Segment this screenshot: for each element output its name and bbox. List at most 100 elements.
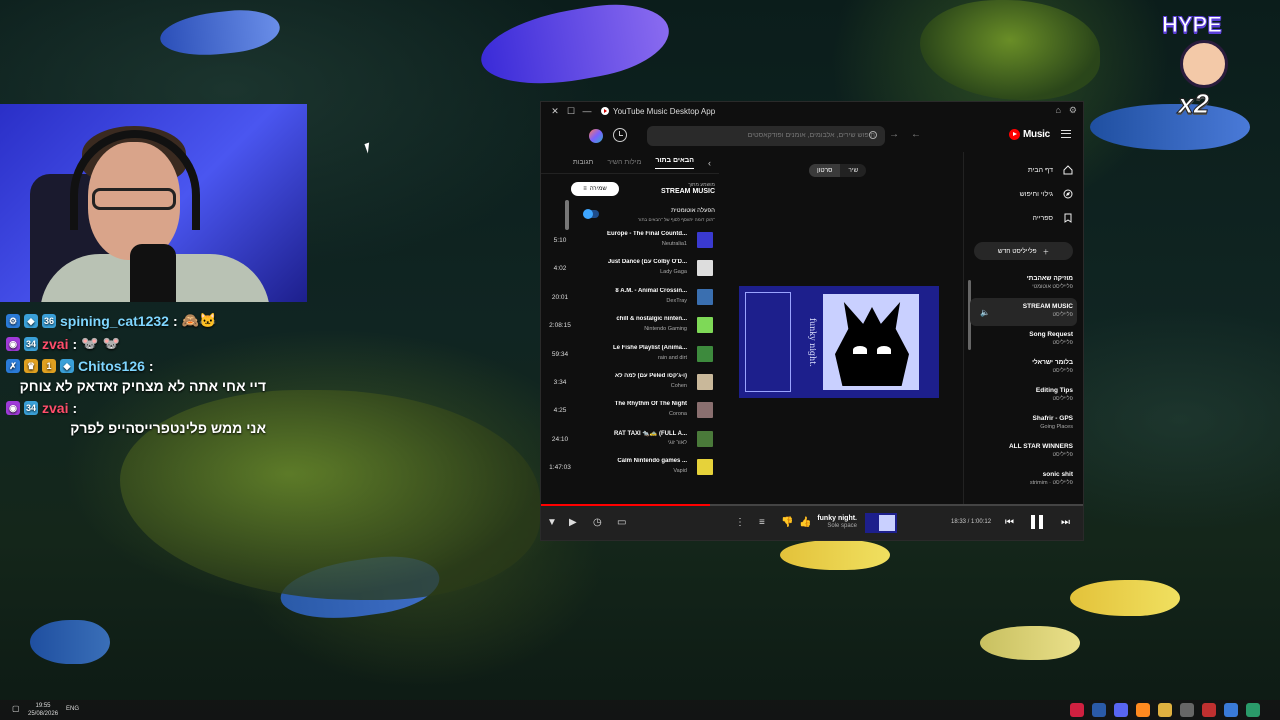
search-icon[interactable] [869,131,877,139]
playlist-item[interactable]: Shafrir - GPS Going Places [964,410,1083,438]
search-input[interactable] [647,126,885,146]
plus-icon: ＋ [1042,249,1050,256]
chat-message: ◉ 34 zvai: 🐭 🐭 [6,335,306,352]
forward-arrow-icon[interactable]: → [889,129,899,140]
queue-item[interactable]: 3:34 למה לא (עם Peled ו-ג'קסו) Cohen [541,370,719,398]
discord-tray-icon[interactable] [1114,703,1128,717]
queue-item[interactable]: 4:02 Just Dance (עם Colby O'D... Lady Gaga [541,256,719,284]
ytmusic-tray-icon[interactable] [1070,703,1084,717]
collapse-chevron-icon[interactable]: ▼ [547,517,557,528]
cat-eye [877,346,891,354]
ytmusic-logo[interactable]: Music [1009,129,1050,140]
cat-illustration [835,302,909,386]
chat-username: Chitos126 [78,358,145,374]
playlist-item[interactable]: מוזיקה שאהבתי פלייליסט אוטומטי [964,270,1083,298]
playlist-item[interactable]: sonic shit strimim · פלייליסט [964,466,1083,494]
captions-icon[interactable]: ▭ [617,517,626,528]
video-toggle-button[interactable]: סרטון [809,164,841,177]
taskbar-clock[interactable]: 19:55 25/08/2026 [28,702,58,718]
tab-comments[interactable]: תגובות [573,159,593,166]
back-arrow-icon[interactable]: ← [911,129,921,140]
chat-emotes: 🐭 🐭 [81,335,120,351]
webcam-overlay [0,104,307,302]
app-tray-icon[interactable] [1246,703,1260,717]
playlist-item[interactable]: ALL STAR WINNERS פלייליסט [964,438,1083,466]
pause-button[interactable] [1031,515,1043,529]
sidebar-item-library[interactable]: ספרייה [964,206,1083,230]
queue-thumbnail [697,345,713,362]
album-art-text: funky night. [808,317,817,367]
chat-message: ◉ 34 zvai: אני ממש פלינטפרייסהייפ לפרק [6,400,306,436]
queue-item[interactable]: 20:01 8 A.M. - Animal Crossin... DexTray [541,285,719,313]
play-icon[interactable]: ▶ [569,517,577,528]
dislike-icon[interactable]: 👎 [781,517,793,528]
top-bar: → ← Music [541,120,1083,152]
tab-lyrics[interactable]: מילות השיר [607,159,641,166]
maximize-icon[interactable]: ☐ [563,106,579,117]
notification-icon[interactable]: ▢ [12,704,20,713]
queue-list: 5:10 Europe - The Final Countd... Neutrali… [541,228,719,484]
language-indicator[interactable]: ENG [66,706,79,712]
now-playing-thumbnail[interactable] [865,513,897,533]
queue-thumbnail [697,260,713,277]
hype-badge: HYPE x2 [1162,12,1250,120]
close-icon[interactable]: ✕ [547,106,563,117]
previous-icon[interactable]: ⏮ [1005,517,1014,528]
steam-tray-icon[interactable] [1092,703,1106,717]
playlist-add-icon: ≡ [583,186,587,192]
save-button[interactable]: ≡ שמירה [571,182,619,196]
queue-thumbnail [697,232,713,248]
folder-tray-icon[interactable] [1158,703,1172,717]
progress-fill [541,504,710,506]
minimize-icon[interactable]: — [579,106,595,116]
hype-avatar [1180,40,1228,88]
app-tray-icon[interactable] [1224,703,1238,717]
avatar[interactable] [589,129,603,143]
app-tray-icon[interactable] [1180,703,1194,717]
progress-bar[interactable] [541,504,1083,506]
time-display: 18:33 / 1:00:12 [951,519,992,525]
queue-thumbnail [697,288,713,305]
playlist-item-active[interactable]: 🔈 STREAM MUSIC פלייליסט [970,298,1077,326]
home-window-icon[interactable]: ⌂ [1055,105,1060,116]
queue-item[interactable]: 59:34 Le Fishe Playlist (Anima... rain and… [541,342,719,370]
autoplay-toggle[interactable] [583,209,599,219]
settings-icon[interactable]: ⚙ [1069,105,1077,116]
obs-tray-icon[interactable] [1202,703,1216,717]
queue-item[interactable]: 4:25 The Rhythm Of The Night Corona [541,398,719,426]
queue-item[interactable]: 1:47:03 Calm Nintendo games ... Vapid [541,455,719,483]
more-options-icon[interactable]: ⋮ [735,517,745,528]
queue-scrollbar[interactable] [565,200,569,230]
library-icon [1064,213,1072,223]
timer-icon[interactable]: ◷ [593,517,602,528]
queue-thumbnail [697,402,713,419]
queue-thumbnail [697,430,713,447]
queue-item[interactable]: 2:08:15 chill & nostalgic ninten... Ninten… [541,313,719,341]
playlist-list: מוזיקה שאהבתי פלייליסט אוטומטי 🔈 STREAM MU… [964,270,1083,494]
queue-thumbnail [697,459,713,476]
new-playlist-button[interactable]: פלייליסט חדש ＋ [974,242,1073,260]
queue-icon[interactable]: ≡ [759,517,765,528]
song-video-toggle: סרטון שיר [809,164,867,177]
home-icon [1063,165,1073,175]
tab-up-next[interactable]: הבאים בתור [655,157,694,169]
ytmusic-logo-icon [1009,129,1020,140]
chevron-right-icon[interactable]: › [708,158,711,168]
queue-item[interactable]: 5:10 Europe - The Final Countd... Neutrali… [541,228,719,256]
firefox-tray-icon[interactable] [1136,703,1150,717]
playlist-item[interactable]: Editing Tips פלייליסט [964,382,1083,410]
sidebar-item-explore[interactable]: גילוי וחיפוש [964,182,1083,206]
sidebar-item-home[interactable]: דף הבית [964,158,1083,182]
queue-tabs: › הבאים בתור מילות השיר תגובות [541,152,719,174]
queue-item[interactable]: 24:10 RAT TAXI 🐀🚕 (FULL A... לאור זוגי [541,427,719,455]
song-toggle-button[interactable]: שיר [840,164,866,177]
app-icon [601,107,609,115]
hamburger-menu-icon[interactable] [1061,130,1071,138]
stream-chat: ⚙ ◆ 36 spining_cat1232: 🙈🐱 ◉ 34 zvai: 🐭 🐭 ✗… [6,312,306,442]
history-icon[interactable] [613,128,627,142]
playlist-item[interactable]: Song Request פלייליסט [964,326,1083,354]
next-icon[interactable]: ⏭ [1061,517,1070,528]
playlist-item[interactable]: בלומר ישראלי פלייליסט [964,354,1083,382]
window-title: YouTube Music Desktop App [613,106,716,116]
fish-decoration [30,620,110,664]
